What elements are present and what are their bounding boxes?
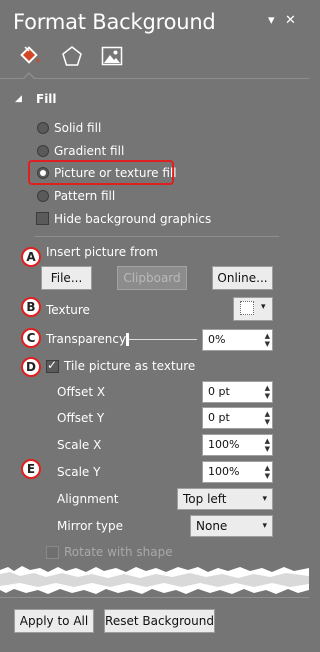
solid-fill-radio[interactable]: [37, 122, 49, 134]
spin-up-icon[interactable]: ▲: [265, 438, 270, 445]
transparency-slider-thumb[interactable]: [126, 333, 129, 346]
spin-up-icon[interactable]: ▲: [265, 465, 270, 472]
mirror-type-label: Mirror type: [57, 519, 123, 533]
close-icon[interactable]: ✕: [285, 13, 296, 28]
scale-x-label: Scale X: [57, 438, 102, 452]
alignment-label: Alignment: [57, 492, 119, 506]
apply-to-all-button[interactable]: Apply to All: [14, 609, 94, 633]
spin-down-icon[interactable]: ▼: [265, 473, 270, 480]
clipboard-button[interactable]: Clipboard: [117, 266, 187, 290]
tile-picture-checkbox[interactable]: [46, 358, 59, 373]
chevron-down-icon: ▾: [262, 494, 267, 504]
transparency-label: Transparency: [46, 332, 127, 346]
annotation-badge-e: E: [21, 459, 41, 479]
reset-background-button[interactable]: Reset Background: [104, 609, 215, 633]
offset-x-input[interactable]: 0 pt ▲ ▼: [202, 381, 273, 403]
picture-texture-fill-label[interactable]: Picture or texture fill: [54, 166, 177, 180]
torn-edge-divider: [0, 566, 309, 594]
file-button[interactable]: File...: [41, 266, 92, 290]
rotate-with-shape-label: Rotate with shape: [64, 545, 173, 559]
spin-down-icon[interactable]: ▼: [265, 446, 270, 453]
annotation-badge-a: A: [21, 247, 41, 267]
pentagon-icon[interactable]: [60, 44, 84, 68]
scale-y-input[interactable]: 100% ▲ ▼: [202, 461, 273, 483]
section-expanded-icon[interactable]: ◢: [15, 94, 22, 104]
spin-up-icon[interactable]: ▲: [265, 385, 270, 392]
solid-fill-label[interactable]: Solid fill: [54, 121, 101, 135]
texture-swatch-icon: [240, 301, 254, 315]
mirror-type-select[interactable]: None ▾: [190, 515, 273, 537]
offset-y-label: Offset Y: [57, 411, 105, 425]
chevron-down-icon: ▾: [261, 302, 266, 312]
chevron-down-icon[interactable]: ▾: [268, 13, 275, 28]
scale-y-label: Scale Y: [57, 465, 101, 479]
scale-y-value: 100%: [208, 465, 240, 478]
scale-x-value: 100%: [208, 438, 240, 451]
gradient-fill-label[interactable]: Gradient fill: [54, 144, 124, 158]
spin-down-icon[interactable]: ▼: [265, 419, 270, 426]
section-separator: [34, 236, 279, 237]
pattern-fill-label[interactable]: Pattern fill: [54, 189, 115, 203]
annotation-badge-b: B: [21, 297, 41, 317]
scale-x-input[interactable]: 100% ▲ ▼: [202, 434, 273, 456]
online-button[interactable]: Online...: [212, 266, 273, 290]
texture-label: Texture: [46, 303, 90, 317]
transparency-input[interactable]: 0% ▲ ▼: [202, 329, 273, 351]
transparency-slider-track[interactable]: [127, 339, 197, 340]
spin-up-icon[interactable]: ▲: [265, 411, 270, 418]
hide-background-graphics-label[interactable]: Hide background graphics: [54, 212, 211, 226]
spin-down-icon[interactable]: ▼: [265, 393, 270, 400]
gradient-fill-radio[interactable]: [37, 145, 49, 157]
mirror-type-value: None: [196, 519, 228, 533]
offset-x-value: 0 pt: [208, 385, 230, 398]
chevron-down-icon: ▾: [262, 521, 267, 531]
alignment-value: Top left: [183, 492, 227, 506]
panel-title: Format Background: [13, 10, 216, 34]
hide-background-graphics-checkbox[interactable]: [36, 212, 49, 225]
paint-bucket-icon[interactable]: [18, 44, 42, 68]
alignment-select[interactable]: Top left ▾: [177, 488, 273, 510]
spin-up-icon[interactable]: ▲: [265, 333, 270, 340]
annotation-badge-c: C: [21, 328, 41, 348]
rotate-with-shape-checkbox[interactable]: [46, 546, 59, 559]
fill-section-heading[interactable]: Fill: [36, 92, 57, 106]
insert-picture-label: Insert picture from: [46, 245, 158, 259]
picture-texture-fill-radio[interactable]: [37, 167, 49, 179]
offset-y-value: 0 pt: [208, 411, 230, 424]
spin-down-icon[interactable]: ▼: [265, 341, 270, 348]
annotation-badge-d: D: [21, 357, 41, 377]
transparency-value: 0%: [208, 333, 226, 346]
selected-tab-indicator-inner: [23, 73, 35, 80]
tile-picture-label[interactable]: Tile picture as texture: [64, 359, 195, 373]
offset-x-label: Offset X: [57, 385, 106, 399]
pattern-fill-radio[interactable]: [37, 190, 49, 202]
picture-icon[interactable]: [100, 44, 124, 68]
tab-divider: [0, 78, 309, 79]
offset-y-input[interactable]: 0 pt ▲ ▼: [202, 407, 273, 429]
